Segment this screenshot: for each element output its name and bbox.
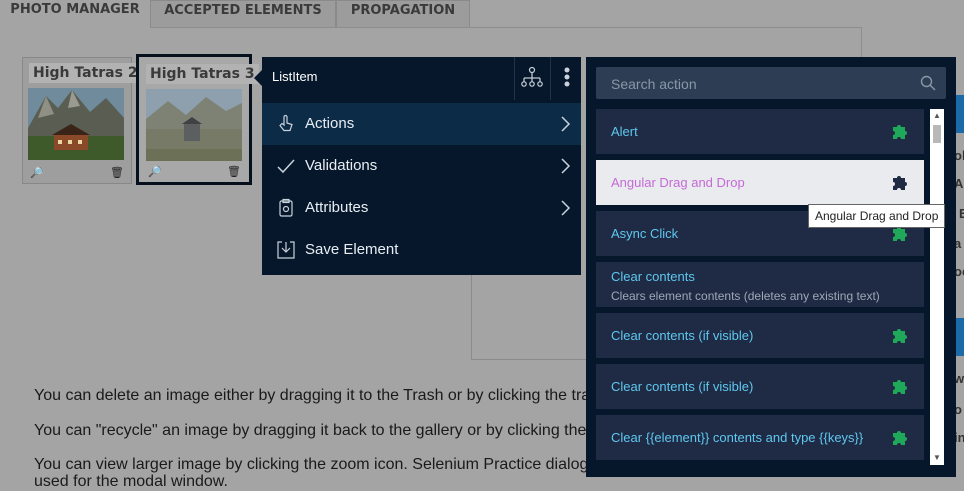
action-row[interactable]: Angular Drag and Drop <box>596 160 924 205</box>
chevron-right-icon <box>561 200 571 216</box>
context-menu: ListItem Actions Validations Attributes … <box>262 57 581 275</box>
more-options-button[interactable] <box>550 57 582 100</box>
save-icon <box>277 241 295 259</box>
action-title: Clear contents <box>611 269 695 284</box>
clipboard-icon <box>279 198 293 217</box>
tooltip: Angular Drag and Drop <box>808 204 946 228</box>
puzzle-icon <box>893 176 907 190</box>
check-icon <box>277 159 295 174</box>
menu-item-save-element[interactable]: Save Element <box>262 229 581 271</box>
menu-item-validations[interactable]: Validations <box>262 145 581 187</box>
action-row[interactable]: Clear contents (if visible) <box>596 364 924 409</box>
action-row[interactable]: Clear contents (if visible) <box>596 313 924 358</box>
scroll-up-arrow-icon[interactable]: ▲ <box>933 112 941 120</box>
menu-item-label: Save Element <box>305 241 399 258</box>
action-title: Alert <box>611 124 638 139</box>
gallery-photo[interactable] <box>146 89 242 161</box>
search-placeholder: Search action <box>611 76 697 92</box>
context-menu-title: ListItem <box>272 69 318 84</box>
action-panel: Search action Alert Angular Drag and Dro… <box>586 57 956 477</box>
chevron-right-icon <box>561 158 571 174</box>
edge-banner <box>955 95 964 133</box>
edge-text: E <box>959 206 964 221</box>
help-text: You can delete an image either by draggi… <box>34 387 591 404</box>
zoom-icon[interactable]: 🔎 <box>148 165 162 178</box>
menu-item-actions[interactable]: Actions <box>262 103 581 145</box>
action-list: Alert Angular Drag and Drop Async Click … <box>596 109 925 464</box>
action-description: Clears element contents (deletes any exi… <box>611 289 880 303</box>
puzzle-icon <box>893 380 907 394</box>
gallery-photo[interactable] <box>28 88 124 160</box>
trash-icon[interactable]: 🗑 <box>227 165 241 178</box>
action-list-scrollbar[interactable]: ▲ ▼ <box>930 109 944 465</box>
action-row[interactable]: Clear contents Clears element contents (… <box>596 262 924 307</box>
menu-item-label: Validations <box>305 157 378 174</box>
tab-photo-manager[interactable]: PHOTO MANAGER <box>0 0 150 27</box>
action-row[interactable]: Clear {{element}} contents and type {{ke… <box>596 415 924 460</box>
action-title: Clear contents (if visible) <box>611 379 754 394</box>
scroll-down-arrow-icon[interactable]: ▼ <box>933 454 941 462</box>
action-row[interactable]: Alert <box>596 109 924 154</box>
puzzle-icon <box>893 329 907 343</box>
scrollbar-thumb[interactable] <box>933 125 941 143</box>
gallery-item-high-tatras-3[interactable]: High Tatras 3 🔎 🗑 <box>136 54 259 185</box>
zoom-icon[interactable]: 🔎 <box>30 166 44 179</box>
trash-icon[interactable]: 🗑 <box>110 166 124 179</box>
kebab-icon <box>564 67 570 87</box>
help-text: You can "recycle" an image by dragging i… <box>34 422 587 439</box>
trash-drop-area[interactable] <box>471 275 588 360</box>
puzzle-icon <box>893 125 907 139</box>
tab-accepted-elements[interactable]: ACCEPTED ELEMENTS <box>150 0 336 27</box>
gallery-item-title: High Tatras 2 <box>29 63 142 83</box>
panel-border <box>150 27 862 28</box>
context-menu-pointer <box>254 70 262 86</box>
menu-item-label: Actions <box>305 115 355 132</box>
search-input[interactable]: Search action <box>596 67 946 99</box>
tab-propagation[interactable]: PROPAGATION <box>336 0 470 27</box>
action-title: Async Click <box>611 226 679 241</box>
gallery-item-high-tatras-2[interactable]: High Tatras 2 🔎 🗑 <box>22 57 142 184</box>
puzzle-icon <box>893 431 907 445</box>
chevron-right-icon <box>561 116 571 132</box>
sitemap-button[interactable] <box>514 57 550 100</box>
menu-item-label: Attributes <box>305 199 369 216</box>
edge-banner <box>955 318 964 356</box>
search-icon[interactable] <box>920 75 936 91</box>
action-title: Angular Drag and Drop <box>611 175 745 190</box>
sitemap-icon <box>521 66 543 87</box>
pointer-icon <box>279 114 293 132</box>
help-text: used for the modal window. <box>34 473 228 490</box>
panel-border <box>861 27 862 57</box>
action-title: Clear {{element}} contents and type {{ke… <box>611 430 864 445</box>
menu-item-attributes[interactable]: Attributes <box>262 187 581 229</box>
gallery-item-title: High Tatras 3 <box>146 64 259 84</box>
help-text: You can view larger image by clicking th… <box>34 456 589 473</box>
action-title: Clear contents (if visible) <box>611 328 754 343</box>
tab-bar: PHOTO MANAGER ACCEPTED ELEMENTS PROPAGAT… <box>0 0 470 27</box>
